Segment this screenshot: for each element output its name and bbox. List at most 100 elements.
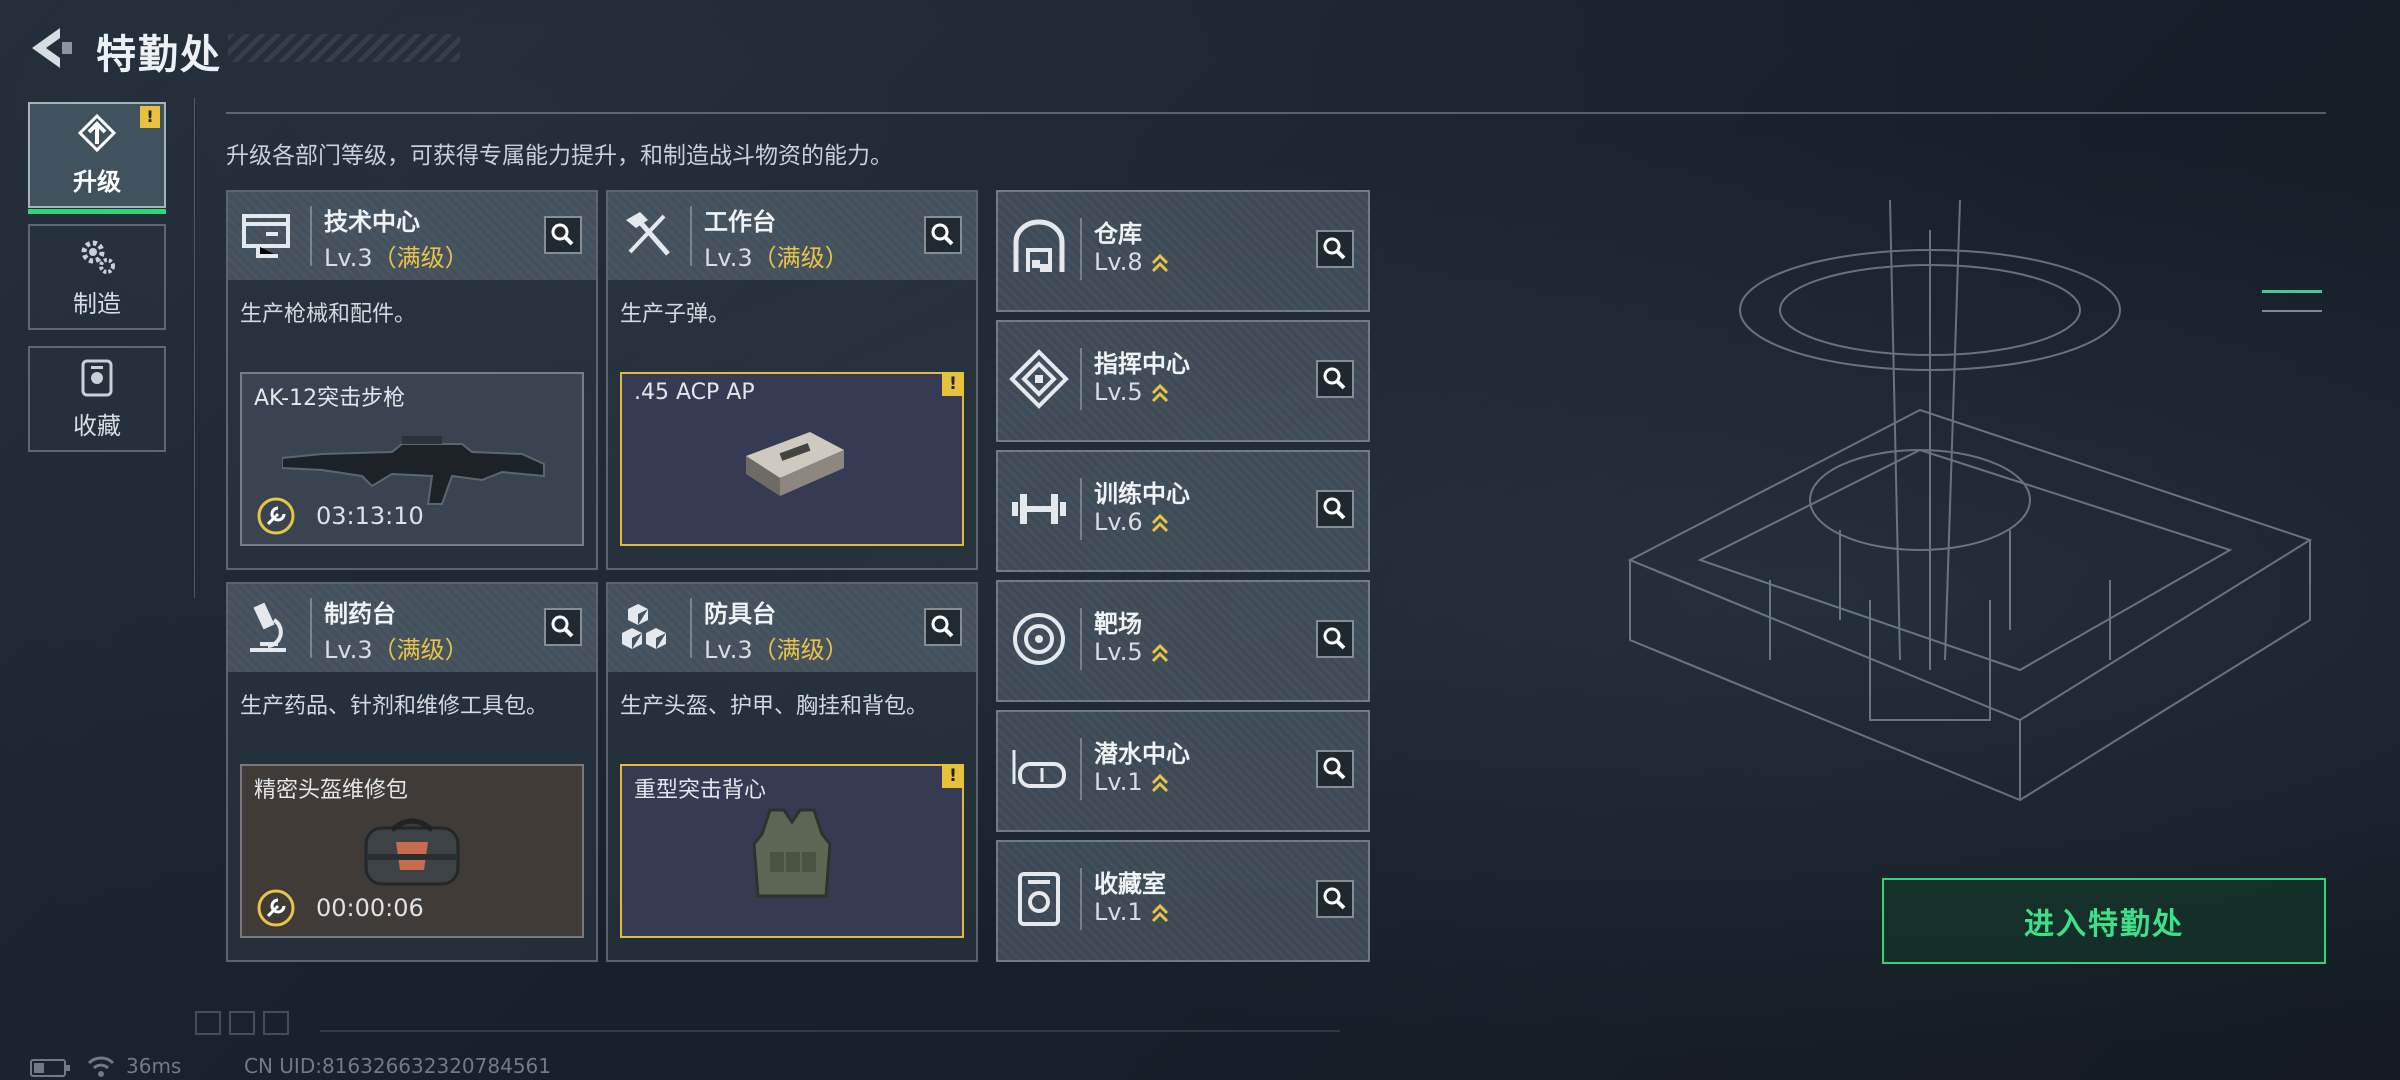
facility-name: 训练中心 [1094, 480, 1190, 508]
alert-badge: ! [942, 764, 964, 788]
facility-divider [1080, 348, 1082, 410]
search-button[interactable] [1316, 750, 1354, 788]
side-decoration [2262, 290, 2322, 312]
crafting-item-slot[interactable]: 精密头盔维修包 00:00:06 [240, 764, 584, 938]
cubes-icon [622, 604, 666, 649]
upgrade-chevron-icon [1151, 383, 1168, 403]
workstation-level: Lv.3（满级） [704, 636, 849, 664]
crafting-item-slot[interactable]: .45 ACP AP ! [620, 372, 964, 546]
workstation-level: Lv.3（满级） [324, 244, 469, 272]
workstation-level: Lv.3（满级） [704, 244, 849, 272]
ping-indicator: 36ms [126, 1054, 182, 1078]
crafting-item-name: AK-12突击步枪 [254, 386, 406, 411]
facility-name: 靶场 [1094, 610, 1142, 638]
facility-training-center[interactable]: 训练中心 Lv.6 [996, 450, 1370, 572]
collection-icon [81, 359, 113, 396]
collection-room-icon [1018, 872, 1060, 926]
facility-level: Lv.6 [1094, 508, 1169, 536]
rifle-image [282, 436, 545, 505]
gear-icon [81, 240, 115, 274]
facility-divider [1080, 738, 1082, 800]
facility-divider [1080, 868, 1082, 930]
search-icon [931, 223, 954, 246]
alert-badge: ! [140, 106, 160, 128]
card-header-divider [690, 206, 692, 266]
repair-kit-bag-image [364, 818, 460, 886]
user-uid: CN UID:816326632320784561 [244, 1054, 552, 1078]
facility-diving-center[interactable]: 潜水中心 Lv.1 [996, 710, 1370, 832]
battery-icon [30, 1059, 70, 1077]
search-icon [1323, 887, 1346, 910]
facility-level: Lv.5 [1094, 638, 1169, 666]
search-button[interactable] [924, 216, 962, 254]
facility-warehouse[interactable]: 仓库 Lv.8 [996, 190, 1370, 312]
max-level-tag: （满级） [752, 244, 849, 272]
search-button[interactable] [924, 608, 962, 646]
workstation-description: 生产枪械和配件。 [240, 302, 417, 327]
workstation-card-armor-bench[interactable]: 防具台 Lv.3（满级） 生产头盔、护甲、胸挂和背包。 重型突击背心 ! [606, 582, 978, 962]
search-button[interactable] [1316, 880, 1354, 918]
search-icon [1323, 627, 1346, 650]
workstation-name: 防具台 [704, 600, 776, 628]
card-header-divider [690, 598, 692, 658]
nav-divider [194, 98, 195, 598]
workstation-card-workbench[interactable]: 工作台 Lv.3（满级） 生产子弹。 .45 ACP AP ! [606, 190, 978, 570]
card-header-divider [310, 206, 312, 266]
wifi-icon [87, 1056, 115, 1077]
back-arrow-icon[interactable] [26, 24, 74, 72]
workstation-name: 制药台 [324, 600, 396, 628]
search-button[interactable] [544, 608, 582, 646]
workstation-description: 生产药品、针剂和维修工具包。 [240, 694, 549, 719]
card-header: 制药台 Lv.3（满级） [228, 584, 596, 672]
facility-command-center[interactable]: 指挥中心 Lv.5 [996, 320, 1370, 442]
command-center-icon [1009, 349, 1069, 409]
facility-name: 潜水中心 [1094, 740, 1190, 768]
workstation-card-tech-center[interactable]: 技术中心 Lv.3（满级） 生产枪械和配件。 AK-12突击步枪 03:13:1… [226, 190, 598, 570]
header-divider [226, 112, 2326, 114]
search-icon [551, 223, 574, 246]
decorative-boxes [195, 1011, 289, 1035]
facility-name: 仓库 [1094, 220, 1142, 248]
search-button[interactable] [1316, 490, 1354, 528]
monitor-icon [242, 214, 290, 258]
upgrade-chevron-icon [1151, 643, 1168, 663]
alert-badge: ! [942, 372, 964, 396]
facility-level: Lv.1 [1094, 898, 1169, 926]
workstation-description: 生产子弹。 [620, 302, 731, 327]
search-button[interactable] [544, 216, 582, 254]
ammo-box-image [746, 432, 844, 496]
nav-tab-collection[interactable]: 收藏 [28, 346, 166, 452]
workstation-card-pharmacy[interactable]: 制药台 Lv.3（满级） 生产药品、针剂和维修工具包。 精密头盔维修包 00:0… [226, 582, 598, 962]
crafting-item-slot[interactable]: AK-12突击步枪 03:13:10 [240, 372, 584, 546]
special-ops-hq-background-art [1627, 200, 2313, 802]
enter-special-ops-button[interactable]: 进入特勤处 [1882, 878, 2326, 964]
facility-collection-room[interactable]: 收藏室 Lv.1 [996, 840, 1370, 962]
facility-level: Lv.5 [1094, 378, 1169, 406]
wrench-timer-icon [257, 497, 295, 535]
search-icon [1323, 757, 1346, 780]
title-decoration [228, 34, 460, 62]
search-button[interactable] [1316, 620, 1354, 658]
nav-tab-upgrade[interactable]: 升级 ! [28, 102, 166, 214]
crafting-item-name: .45 ACP AP [634, 380, 755, 405]
facility-divider [1080, 218, 1082, 280]
microscope-icon [250, 602, 286, 652]
search-button[interactable] [1316, 360, 1354, 398]
search-button[interactable] [1316, 230, 1354, 268]
facility-divider [1080, 608, 1082, 670]
nav-label-craft: 制造 [73, 289, 121, 318]
crafting-item-name: 重型突击背心 [634, 778, 767, 803]
crafting-item-name: 精密头盔维修包 [254, 778, 409, 803]
max-level-tag: （满级） [752, 636, 849, 664]
diving-mask-icon [1012, 750, 1066, 788]
facility-level: Lv.8 [1094, 248, 1169, 276]
upgrade-chevron-icon [1151, 513, 1168, 533]
crafting-item-slot[interactable]: 重型突击背心 ! [620, 764, 964, 938]
facility-name: 指挥中心 [1094, 350, 1190, 378]
max-level-tag: （满级） [372, 636, 469, 664]
nav-tab-craft[interactable]: 制造 [28, 224, 166, 330]
facility-shooting-range[interactable]: 靶场 Lv.5 [996, 580, 1370, 702]
search-icon [1323, 367, 1346, 390]
card-header: 工作台 Lv.3（满级） [608, 192, 976, 280]
card-header-divider [310, 598, 312, 658]
